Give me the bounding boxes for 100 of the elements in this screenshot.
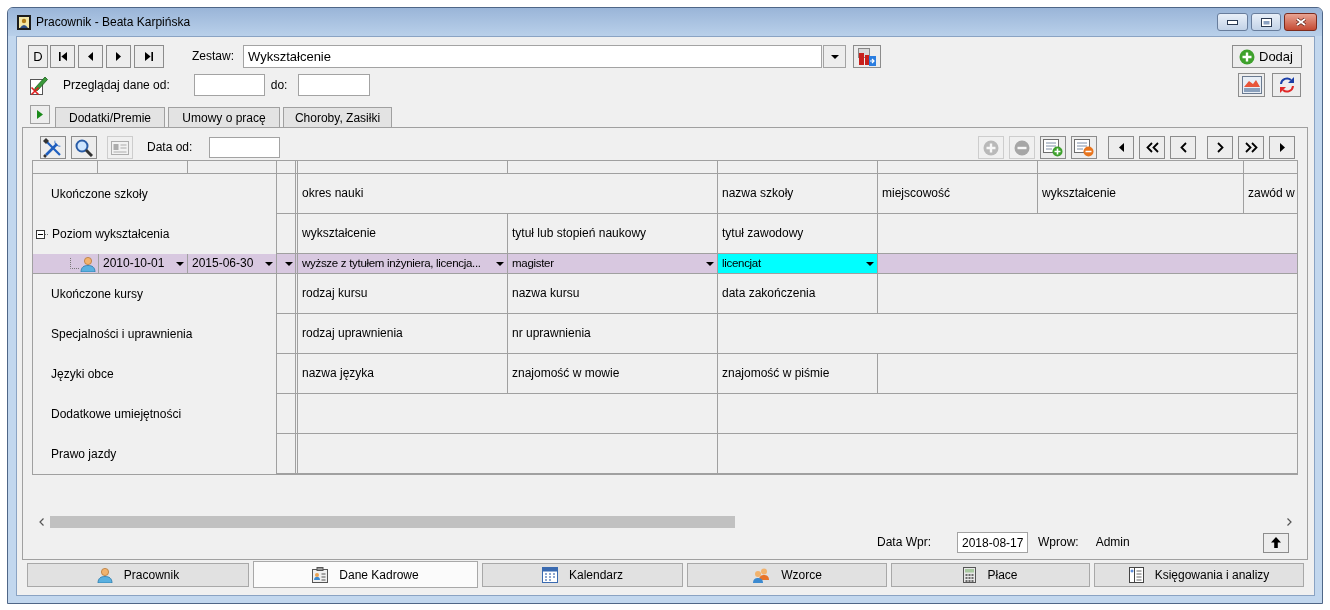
person-icon: [80, 255, 96, 272]
collapse-icon[interactable]: [36, 229, 49, 239]
arrow-up-icon[interactable]: [1271, 537, 1281, 548]
entered-by-label: Wprow:: [1038, 535, 1079, 550]
date-entered-field[interactable]: 2018-08-17: [957, 532, 1028, 553]
refresh-button[interactable]: [1272, 73, 1301, 97]
tab[interactable]: Choroby, Zasiłki: [283, 107, 392, 127]
date-from-field[interactable]: [193, 74, 265, 96]
field-caption: wykształcenie: [1042, 186, 1117, 201]
previous-button[interactable]: [1170, 136, 1196, 159]
plus-circle-icon[interactable]: [1239, 48, 1255, 65]
set-field[interactable]: Wykształcenie: [243, 45, 822, 68]
next-button[interactable]: [1207, 136, 1233, 159]
caret-down-icon[interactable]: [285, 261, 293, 266]
caret-down-icon[interactable]: [496, 261, 504, 266]
value-combo[interactable]: licencjat: [718, 254, 878, 274]
caret-down-icon[interactable]: [265, 261, 273, 266]
maximize-icon[interactable]: [1260, 17, 1272, 27]
maximize-button[interactable]: [1251, 13, 1281, 31]
date-to-field[interactable]: [298, 74, 371, 96]
field-caption: zawód w: [1248, 186, 1295, 201]
field-caption: miejscowość: [882, 186, 950, 201]
field-caption: tytuł lub stopień naukowy: [512, 226, 647, 241]
section-label: Dodatkowe umiejętności: [51, 406, 182, 422]
person-icon[interactable]: [96, 567, 113, 583]
empty-cell: [277, 394, 298, 434]
date-combo[interactable]: 2015-06-30: [188, 254, 277, 274]
skip-end-icon[interactable]: [145, 52, 153, 61]
data-row[interactable]: 2010-10-01 2015-06-30 wyższe z tytułem inżyniera, licencja... magister licencjat: [33, 254, 1297, 274]
double-chevron-right-icon[interactable]: [1244, 142, 1258, 153]
columns-arrow-icon[interactable]: [858, 47, 876, 66]
scroll-right-icon[interactable]: [1287, 518, 1292, 526]
window-title: Pracownik - Beata Karpińska: [36, 14, 191, 30]
field-caption: data zakończenia: [722, 286, 816, 301]
add-button[interactable]: Dodaj: [1232, 45, 1302, 68]
people-icon[interactable]: [752, 567, 771, 583]
minimize-icon[interactable]: [1227, 19, 1238, 25]
calculator-icon[interactable]: [963, 567, 977, 583]
app-icon: [17, 14, 31, 30]
section-label: Poziom wykształcenia: [52, 226, 170, 242]
chevron-left-icon[interactable]: [1179, 142, 1187, 153]
field-caption: nazwa kursu: [512, 286, 580, 301]
double-chevron-left-icon[interactable]: [1145, 142, 1159, 153]
field-caption: rodzaj kursu: [302, 286, 368, 301]
play-icon[interactable]: [37, 110, 43, 119]
field-caption: nazwa szkoły: [722, 186, 794, 201]
tab[interactable]: Wzorce: [687, 563, 887, 587]
tab[interactable]: Umowy o pracę: [168, 107, 280, 127]
minimize-button[interactable]: [1217, 13, 1248, 31]
pencil-cross-icon[interactable]: [30, 75, 48, 95]
tab[interactable]: Dane Kadrowe: [253, 561, 478, 588]
tree-connector-icon: [70, 258, 79, 269]
date-combo[interactable]: 2010-10-01: [99, 254, 188, 274]
close-button[interactable]: [1284, 13, 1317, 31]
field-caption: znajomość w mowie: [512, 366, 620, 381]
field-caption: znajomość w piśmie: [722, 366, 830, 381]
d-button[interactable]: D: [28, 45, 48, 68]
id-card-icon[interactable]: [312, 566, 329, 583]
tab[interactable]: Kalendarz: [482, 563, 683, 587]
first-record-button[interactable]: [50, 45, 75, 68]
up-button[interactable]: [1263, 532, 1289, 553]
tab[interactable]: Księgowania i analizy: [1094, 563, 1304, 587]
tab[interactable]: Pracownik: [27, 563, 249, 587]
ledger-icon[interactable]: [1128, 567, 1144, 583]
tab[interactable]: Płace: [891, 563, 1090, 587]
section-label: Specjalności i uprawnienia: [51, 326, 193, 342]
date-from-field[interactable]: [209, 137, 281, 158]
tab[interactable]: Dodatki/Premie: [55, 107, 165, 127]
next-page-button[interactable]: [1238, 136, 1264, 159]
field-caption: tytuł zawodowy: [722, 226, 804, 241]
date-to-label: do:: [270, 77, 288, 93]
previous-page-button[interactable]: [1139, 136, 1165, 159]
scrollbar-thumb[interactable]: [50, 516, 735, 528]
previous-record-button[interactable]: [78, 45, 103, 68]
next-record-button[interactable]: [106, 45, 131, 68]
value-combo[interactable]: wyższe z tytułem inżyniera, licencja...: [298, 254, 508, 274]
last-button[interactable]: [1269, 136, 1295, 159]
skip-start-icon[interactable]: [58, 52, 67, 61]
columns-button[interactable]: [853, 45, 881, 68]
last-record-button[interactable]: [134, 45, 164, 68]
caret-down-icon[interactable]: [830, 54, 839, 59]
chevron-right-icon[interactable]: [1216, 142, 1224, 153]
section-label: Ukończone szkoły: [51, 186, 148, 202]
field-caption: nr uprawnienia: [512, 326, 591, 341]
play-button[interactable]: [30, 105, 50, 124]
scroll-left-icon[interactable]: [39, 518, 44, 526]
value-combo[interactable]: magister: [508, 254, 718, 274]
triangle-right-icon[interactable]: [116, 52, 121, 61]
caret-down-icon[interactable]: [706, 261, 714, 266]
calendar-icon[interactable]: [541, 567, 558, 583]
triangle-left-icon[interactable]: [1118, 143, 1124, 152]
field-caption: okres nauki: [302, 186, 364, 201]
triangle-right-icon[interactable]: [1279, 143, 1285, 152]
caret-down-icon[interactable]: [176, 261, 184, 266]
close-icon[interactable]: [1294, 17, 1307, 27]
dropdown-button[interactable]: [823, 45, 846, 68]
caret-down-icon[interactable]: [866, 261, 874, 266]
refresh-icon[interactable]: [1277, 76, 1296, 94]
first-button[interactable]: [1108, 136, 1134, 159]
triangle-left-icon[interactable]: [88, 52, 93, 61]
